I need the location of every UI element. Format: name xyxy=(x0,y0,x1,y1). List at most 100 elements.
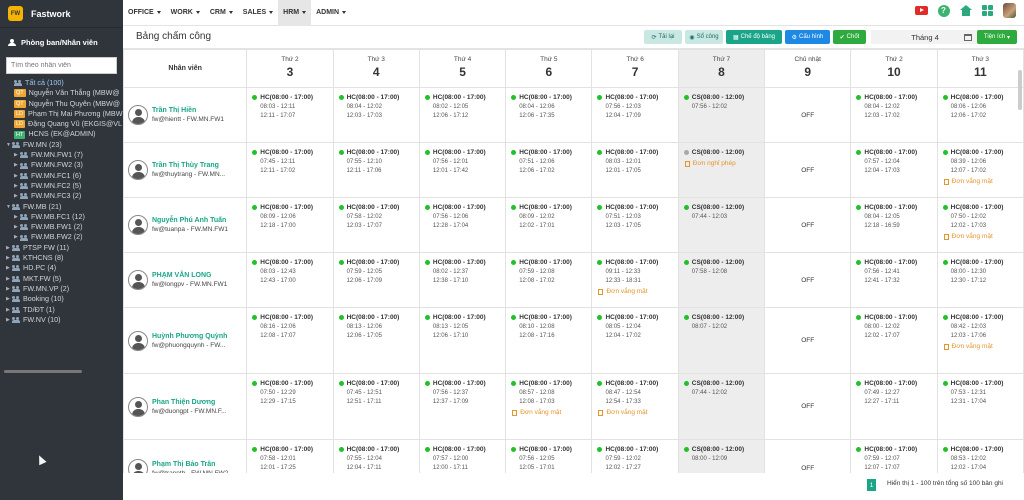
attendance-cell[interactable]: OFF xyxy=(764,197,852,253)
attendance-cell[interactable]: CS(08:00 - 12:00) 08:00 - 12:09 xyxy=(677,439,766,473)
attendance-cell[interactable]: CS(08:00 - 12:00) 07:44 - 12:03 xyxy=(677,197,766,253)
attendance-cell[interactable]: HC(08:00 - 17:00) 08:04 - 12:06 12:06 - 17… xyxy=(505,87,593,143)
attendance-cell[interactable]: OFF xyxy=(764,373,852,440)
nav-admin[interactable]: ADMIN xyxy=(311,0,351,26)
attendance-cell[interactable]: CS(08:00 - 12:00) 08:07 - 12:02 xyxy=(677,307,766,374)
attendance-cell[interactable]: CS(08:00 - 12:00) 07:58 - 12:08 xyxy=(677,252,766,308)
page-1-button[interactable]: 1 xyxy=(867,479,876,491)
attendance-cell[interactable]: HC(08:00 - 17:00) 07:59 - 12:07 12:07 - 17… xyxy=(850,439,938,473)
attendance-cell[interactable]: HC(08:00 - 17:00) 07:56 - 12:06 12:28 - 17… xyxy=(418,197,507,253)
attendance-cell[interactable]: HC(08:00 - 17:00) 08:13 - 12:05 12:06 - 17… xyxy=(418,307,507,374)
attendance-cell[interactable]: HC(08:00 - 17:00) 07:50 - 12:29 12:29 - 17… xyxy=(246,373,334,440)
reload-button[interactable]: ⟳ Tải lại xyxy=(644,30,682,44)
worksheet-button[interactable]: ◉ Sổ công xyxy=(685,30,723,44)
attendance-cell[interactable]: HC(08:00 - 17:00) 08:00 - 12:30 12:30 - 17… xyxy=(936,252,1024,308)
tree-item[interactable]: ▶ FW.MN.FC3 (2) xyxy=(6,191,123,201)
tree-item[interactable]: ▶ KTHCNS (8) xyxy=(6,253,123,263)
attendance-cell[interactable]: HC(08:00 - 17:00) 08:13 - 12:06 12:06 - 17… xyxy=(332,307,420,374)
tree-item[interactable]: ▶ FW.NV (10) xyxy=(6,315,123,325)
home-icon[interactable] xyxy=(959,4,972,17)
attendance-cell[interactable]: HC(08:00 - 17:00) 07:45 - 12:51 12:51 - 17… xyxy=(332,373,420,440)
tree-item[interactable]: ▶ FW.MN.FC1 (6) xyxy=(6,171,123,181)
tree-item[interactable]: QT Nguyễn Thu Quyên (MBW@ xyxy=(6,99,123,109)
attendance-cell[interactable]: HC(08:00 - 17:00) 07:58 - 12:02 12:03 - 17… xyxy=(332,197,420,253)
tree-item[interactable]: LD Phạm Thị Mai Phương (MBW xyxy=(6,109,123,119)
request-link[interactable]: Đơn vắng mặt xyxy=(597,409,677,416)
tree-item[interactable]: ▶ FW.MB.FC1 (12) xyxy=(6,212,123,222)
attendance-cell[interactable]: CS(08:00 - 12:00) 07:56 - 12:02 xyxy=(677,87,766,143)
nav-office[interactable]: OFFICE xyxy=(123,0,166,26)
attendance-cell[interactable]: HC(08:00 - 17:00) 07:51 - 12:06 12:06 - 17… xyxy=(505,142,593,198)
employee-cell[interactable]: Huỳnh Phương Quỳnh fw@phuongquynh - FW... xyxy=(123,307,248,374)
attendance-cell[interactable]: HC(08:00 - 17:00) 08:09 - 12:06 12:18 - 17… xyxy=(246,197,334,253)
employee-name[interactable]: Trần Thị Hiền xyxy=(152,107,224,114)
tree-item[interactable]: Tất cả (100) xyxy=(6,78,123,88)
request-link[interactable]: Đơn vắng mặt xyxy=(943,178,1023,185)
utilities-button[interactable]: Tiện ích ▾ xyxy=(977,30,1017,44)
help-icon[interactable]: ? xyxy=(937,4,950,17)
nav-sales[interactable]: SALES xyxy=(238,0,278,26)
tree-item[interactable]: ▶ HD.PC (4) xyxy=(6,263,123,273)
tree-item[interactable]: ▶ TD/ĐT (1) xyxy=(6,305,123,315)
attendance-cell[interactable]: HC(08:00 - 17:00) 08:05 - 12:04 12:04 - 17… xyxy=(591,307,679,374)
attendance-cell[interactable]: HC(08:00 - 17:00) 07:56 - 12:37 12:37 - 17… xyxy=(418,373,507,440)
attendance-cell[interactable]: HC(08:00 - 17:00) 08:16 - 12:06 12:08 - 17… xyxy=(246,307,334,374)
tree-item[interactable]: ▶ FW.MN.FW1 (7) xyxy=(6,150,123,160)
attendance-cell[interactable]: HC(08:00 - 17:00) 08:03 - 12:43 12:43 - 17… xyxy=(246,252,334,308)
timesheet-table-wrapper[interactable]: Nhân viên Thứ 2 3 Thứ 3 4 Thứ 4 5 Thứ 5 6 Thứ 67T… xyxy=(123,49,1024,473)
attendance-cell[interactable]: HC(08:00 - 17:00) 09:11 - 12:33 12:33 - 18… xyxy=(591,252,679,308)
attendance-cell[interactable]: HC(08:00 - 17:00) 07:59 - 12:08 12:08 - 17… xyxy=(505,252,593,308)
employee-search-input[interactable] xyxy=(6,57,117,74)
user-avatar[interactable] xyxy=(1003,3,1016,18)
attendance-cell[interactable]: HC(08:00 - 17:00) 07:49 - 12:27 12:27 - 17… xyxy=(850,373,938,440)
employee-cell[interactable]: PHẠM VĂN LONG fw@longpv - FW.MN.FW1 xyxy=(123,252,248,308)
attendance-cell[interactable]: HC(08:00 - 17:00) 07:50 - 12:02 12:02 - 17… xyxy=(936,197,1024,253)
nav-work[interactable]: WORK xyxy=(166,0,205,26)
attendance-cell[interactable]: HC(08:00 - 17:00) 08:02 - 12:37 12:38 - 17… xyxy=(418,252,507,308)
tree-item[interactable]: ▶ FW.MN.VP (2) xyxy=(6,284,123,294)
nav-hrm[interactable]: HRM xyxy=(278,0,312,26)
attendance-cell[interactable]: HC(08:00 - 17:00) 08:03 - 12:01 12:01 - 17… xyxy=(591,142,679,198)
attendance-cell[interactable]: HC(08:00 - 17:00) 08:09 - 12:02 12:02 - 17… xyxy=(505,197,593,253)
lock-button[interactable]: ✔ Chốt xyxy=(833,30,866,44)
attendance-cell[interactable]: HC(08:00 - 17:00) 08:04 - 12:02 12:03 - 17… xyxy=(332,87,420,143)
employee-cell[interactable]: Phan Thiện Dương fw@duongpt - FW.MN.F... xyxy=(123,373,248,440)
attendance-cell[interactable]: HC(08:00 - 17:00) 07:59 - 12:02 12:02 - 17… xyxy=(591,439,679,473)
youtube-icon[interactable] xyxy=(915,4,928,17)
calendar-icon[interactable] xyxy=(961,30,975,44)
employee-name[interactable]: Trần Thị Thùy Trang xyxy=(152,162,225,169)
attendance-cell[interactable]: HC(08:00 - 17:00) 07:56 - 12:05 12:05 - 17… xyxy=(505,439,593,473)
tree-item[interactable]: ▼ FW.MB (21) xyxy=(6,202,123,212)
attendance-cell[interactable]: HC(08:00 - 17:00) 07:55 - 12:04 12:04 - 17… xyxy=(332,439,420,473)
employee-name[interactable]: PHẠM VĂN LONG xyxy=(152,272,227,279)
attendance-cell[interactable]: HC(08:00 - 17:00) 08:10 - 12:08 12:08 - 17… xyxy=(505,307,593,374)
tree-item[interactable]: ▶ MKT.FW (5) xyxy=(6,274,123,284)
attendance-cell[interactable]: OFF xyxy=(764,252,852,308)
request-link[interactable]: Đơn vắng mặt xyxy=(511,409,591,416)
attendance-cell[interactable]: HC(08:00 - 17:00) 08:57 - 12:08 12:08 - 17… xyxy=(505,373,593,440)
request-link[interactable]: Đơn vắng mặt xyxy=(597,288,677,295)
attendance-cell[interactable]: HC(08:00 - 17:00) 08:42 - 12:03 12:03 - 17… xyxy=(936,307,1024,374)
tree-item[interactable]: ▶ FW.MB.FW2 (2) xyxy=(6,232,123,242)
request-link[interactable]: Đơn nghỉ phép xyxy=(684,160,764,167)
attendance-cell[interactable]: HC(08:00 - 17:00) 07:51 - 12:03 12:03 - 17… xyxy=(591,197,679,253)
attendance-cell[interactable]: HC(08:00 - 17:00) 07:56 - 12:03 12:04 - 17… xyxy=(591,87,679,143)
attendance-cell[interactable]: HC(08:00 - 17:00) 08:02 - 12:05 12:06 - 17… xyxy=(418,87,507,143)
attendance-cell[interactable]: HC(08:00 - 17:00) 07:59 - 12:05 12:06 - 17… xyxy=(332,252,420,308)
table-scrollbar[interactable] xyxy=(1018,70,1022,110)
config-button[interactable]: ⚙ Cấu hình xyxy=(785,30,830,44)
attendance-cell[interactable]: HC(08:00 - 17:00) 08:53 - 12:02 12:02 - 17… xyxy=(936,439,1024,473)
employee-name[interactable]: Huỳnh Phương Quỳnh xyxy=(152,333,227,340)
employee-cell[interactable]: Trần Thị Hiền fw@hientt - FW.MN.FW1 xyxy=(123,87,248,143)
attendance-cell[interactable]: HC(08:00 - 17:00) 07:56 - 12:41 12:41 - 17… xyxy=(850,252,938,308)
attendance-cell[interactable]: HC(08:00 - 17:00) 07:57 - 12:00 12:00 - 17… xyxy=(418,439,507,473)
tree-item[interactable]: ▼ FW.MN (23) xyxy=(6,140,123,150)
nav-crm[interactable]: CRM xyxy=(205,0,238,26)
attendance-cell[interactable]: HC(08:00 - 17:00) 07:57 - 12:04 12:04 - 17… xyxy=(850,142,938,198)
attendance-cell[interactable]: OFF xyxy=(764,307,852,374)
attendance-cell[interactable]: HC(08:00 - 17:00) 08:04 - 12:05 12:18 - 16… xyxy=(850,197,938,253)
employee-cell[interactable]: Phạm Thị Bảo Trân fw@tranptb - FW.MN.FW2 xyxy=(123,439,248,473)
sidebar-scrollbar[interactable] xyxy=(4,370,82,373)
attendance-cell[interactable]: HC(08:00 - 17:00) 07:56 - 12:01 12:01 - 17… xyxy=(418,142,507,198)
attendance-cell[interactable]: HC(08:00 - 17:00) 07:55 - 12:10 12:11 - 17… xyxy=(332,142,420,198)
